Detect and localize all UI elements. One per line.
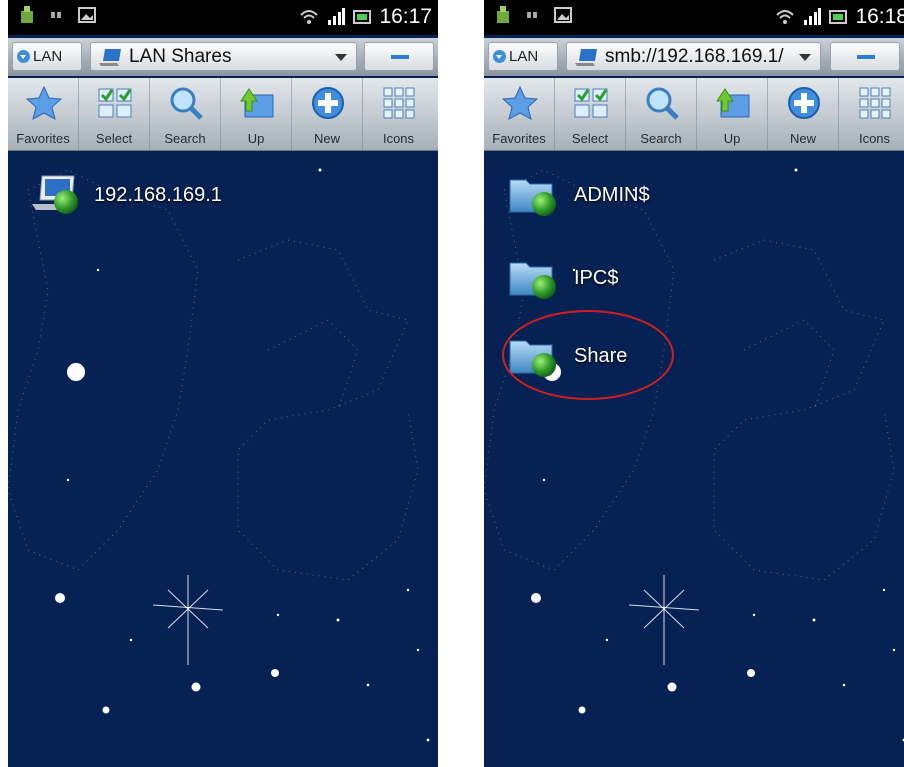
collapse-button[interactable] <box>830 42 900 71</box>
toolbar: Favorites Select Search Up New Icons <box>484 78 904 151</box>
lan-button[interactable]: LAN <box>488 42 558 71</box>
wifi-icon <box>776 10 795 24</box>
usb-debug-icon <box>51 12 61 18</box>
folder-up-icon <box>240 88 274 118</box>
favorites-label: Favorites <box>492 131 546 146</box>
battery-icon <box>353 10 372 24</box>
path-text: smb://192.168.169.1/ <box>605 45 784 67</box>
dropdown-caret-icon <box>335 54 347 61</box>
select-button[interactable]: Select <box>555 78 626 150</box>
dropdown-caret-icon <box>799 54 811 61</box>
minus-icon <box>857 55 875 59</box>
wifi-icon <box>300 10 319 24</box>
search-icon <box>646 87 679 120</box>
status-time: 16:17 <box>379 5 432 28</box>
lan-label: LAN <box>509 48 539 65</box>
list-item[interactable]: ADMIN$ <box>508 170 650 220</box>
image-notification-icon <box>554 7 572 23</box>
up-label: Up <box>723 131 741 146</box>
laptop-icon <box>575 48 597 66</box>
icons-label: Icons <box>858 131 891 146</box>
plus-circle-icon <box>788 87 820 119</box>
select-grid-icon <box>98 88 132 118</box>
status-time: 16:18 <box>855 5 904 28</box>
minus-icon <box>391 55 409 59</box>
item-name: IPC$ <box>574 266 619 289</box>
star-icon <box>26 85 62 120</box>
favorites-label: Favorites <box>16 131 70 146</box>
chevron-down-icon <box>17 50 30 63</box>
select-label: Select <box>571 131 609 146</box>
list-item[interactable]: IPC$ <box>508 253 618 303</box>
search-label: Search <box>164 131 206 146</box>
select-grid-icon <box>574 88 608 118</box>
lan-button[interactable]: LAN <box>12 42 82 71</box>
laptop-icon <box>99 48 121 66</box>
signal-icon <box>804 8 822 25</box>
usb-debug-icon <box>527 12 537 18</box>
status-bar: 16:18 <box>484 0 904 35</box>
icons-view-button[interactable]: Icons <box>363 78 434 150</box>
favorites-button[interactable]: Favorites <box>8 78 79 150</box>
network-folder-icon <box>509 179 556 216</box>
image-notification-icon <box>78 7 96 23</box>
select-label: Select <box>95 131 133 146</box>
plus-circle-icon <box>312 87 344 119</box>
search-label: Search <box>640 131 682 146</box>
left-screen: 16:17 LAN LAN Shares Favorites Select Se… <box>8 0 438 767</box>
up-button[interactable]: Up <box>221 78 292 150</box>
folder-up-icon <box>716 88 750 118</box>
starfield-background <box>484 168 904 742</box>
search-button[interactable]: Search <box>626 78 697 150</box>
search-icon <box>170 87 203 120</box>
path-dropdown[interactable]: smb://192.168.169.1/ <box>566 42 821 71</box>
lan-label: LAN <box>33 48 63 65</box>
new-label: New <box>313 131 340 146</box>
item-name: 192.168.169.1 <box>94 183 222 206</box>
item-name: ADMIN$ <box>574 183 650 206</box>
app-notification-icon <box>497 6 509 23</box>
network-folder-icon <box>509 262 556 299</box>
up-button[interactable]: Up <box>697 78 768 150</box>
new-button[interactable]: New <box>292 78 363 150</box>
favorites-button[interactable]: Favorites <box>484 78 555 150</box>
signal-icon <box>328 8 346 25</box>
address-bar: LAN smb://192.168.169.1/ <box>484 38 904 76</box>
address-bar: LAN LAN Shares <box>8 38 438 76</box>
new-button[interactable]: New <box>768 78 839 150</box>
highlight-ring <box>502 310 674 400</box>
icons-view-button[interactable]: Icons <box>839 78 904 150</box>
list-item[interactable]: 192.168.169.1 <box>32 170 222 220</box>
icons-label: Icons <box>382 131 415 146</box>
select-button[interactable]: Select <box>79 78 150 150</box>
toolbar: Favorites Select Search Up New Icons <box>8 78 438 151</box>
new-label: New <box>789 131 816 146</box>
right-screen: 16:18 LAN smb://192.168.169.1/ Favorites… <box>484 0 904 767</box>
grid-view-icon <box>383 87 415 119</box>
star-icon <box>502 85 538 120</box>
grid-view-icon <box>859 87 891 119</box>
chevron-down-icon <box>493 50 506 63</box>
up-label: Up <box>247 131 265 146</box>
starfield-background <box>8 168 430 742</box>
app-notification-icon <box>21 6 33 23</box>
path-dropdown[interactable]: LAN Shares <box>90 42 357 71</box>
battery-icon <box>829 10 848 24</box>
collapse-button[interactable] <box>364 42 434 71</box>
path-text: LAN Shares <box>129 45 232 67</box>
search-button[interactable]: Search <box>150 78 221 150</box>
status-bar: 16:17 <box>8 0 438 35</box>
network-computer-icon <box>32 175 78 214</box>
